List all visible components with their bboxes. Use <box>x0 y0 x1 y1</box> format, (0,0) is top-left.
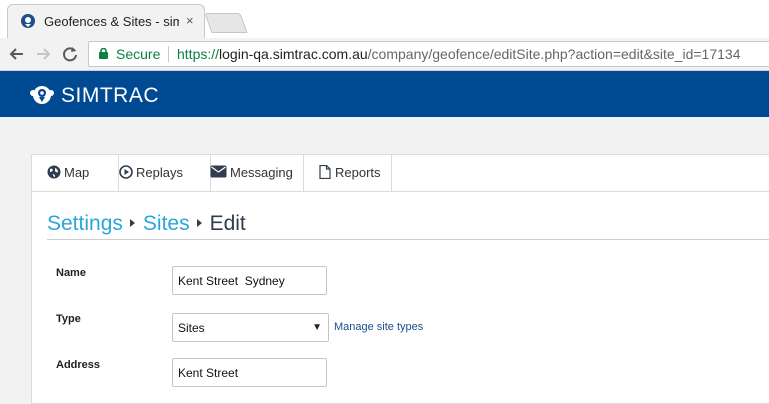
breadcrumb-current: Edit <box>209 212 246 235</box>
name-field[interactable] <box>172 266 327 295</box>
envelope-icon <box>210 165 227 178</box>
back-arrow-icon[interactable] <box>6 43 28 65</box>
manage-site-types-link[interactable]: Manage site types <box>334 321 423 333</box>
main-panel: Map Replays Messaging Reports Settings Si <box>31 154 769 404</box>
tab-messaging[interactable]: Messaging <box>194 155 304 191</box>
new-tab-button[interactable] <box>204 13 248 33</box>
nav-tabs: Map Replays Messaging Reports <box>32 155 769 192</box>
forward-arrow-icon[interactable] <box>32 43 54 65</box>
document-icon <box>319 165 331 179</box>
breadcrumb-settings[interactable]: Settings <box>47 212 123 235</box>
tab-title: Geofences & Sites - simTRAC <box>44 14 179 29</box>
url-host: login-qa.simtrac.com.au <box>219 46 368 62</box>
tab-messaging-label: Messaging <box>230 165 293 180</box>
breadcrumb-sites[interactable]: Sites <box>143 212 190 235</box>
address-field[interactable] <box>172 358 327 387</box>
tab-map-label: Map <box>64 165 90 180</box>
globe-icon <box>47 165 61 179</box>
title-divider <box>47 239 769 240</box>
url-scheme: https:// <box>177 46 220 62</box>
secure-label: Secure <box>116 46 161 62</box>
play-circle-icon <box>119 165 133 179</box>
close-tab-icon[interactable]: × <box>186 13 194 28</box>
simtrac-logo-icon[interactable] <box>30 83 54 107</box>
address-label: Address <box>56 359 101 371</box>
url-path: /company/geofence/editSite.php?action=ed… <box>367 46 741 62</box>
app-header: SIMTRAC <box>0 71 769 117</box>
tab-reports[interactable]: Reports <box>304 155 392 191</box>
tab-reports-label: Reports <box>335 165 381 180</box>
browser-toolbar: Secure https://login-qa.simtrac.com.au/c… <box>0 38 769 71</box>
breadcrumb: Settings Sites Edit <box>47 212 246 236</box>
address-bar[interactable]: Secure https://login-qa.simtrac.com.au/c… <box>88 41 769 67</box>
simtrac-favicon <box>21 14 35 28</box>
type-select-value: Sites <box>178 321 205 335</box>
chevron-down-icon: ▼ <box>312 322 322 333</box>
breadcrumb-arrow-icon <box>196 219 202 227</box>
lock-icon <box>99 48 108 59</box>
type-label: Type <box>56 313 81 325</box>
tab-map[interactable]: Map <box>32 155 119 191</box>
browser-tab-strip: Geofences & Sites - simTRAC × <box>0 0 769 38</box>
type-select[interactable]: Sites ▼ <box>172 313 329 342</box>
tab-replays-label: Replays <box>136 165 183 180</box>
breadcrumb-arrow-icon <box>129 219 135 227</box>
name-label: Name <box>56 267 86 279</box>
address-separator <box>168 46 169 62</box>
reload-icon[interactable] <box>59 43 81 65</box>
url-text: https://login-qa.simtrac.com.au/company/… <box>177 46 741 62</box>
brand-name[interactable]: SIMTRAC <box>61 84 159 108</box>
browser-tab[interactable]: Geofences & Sites - simTRAC × <box>7 4 205 38</box>
